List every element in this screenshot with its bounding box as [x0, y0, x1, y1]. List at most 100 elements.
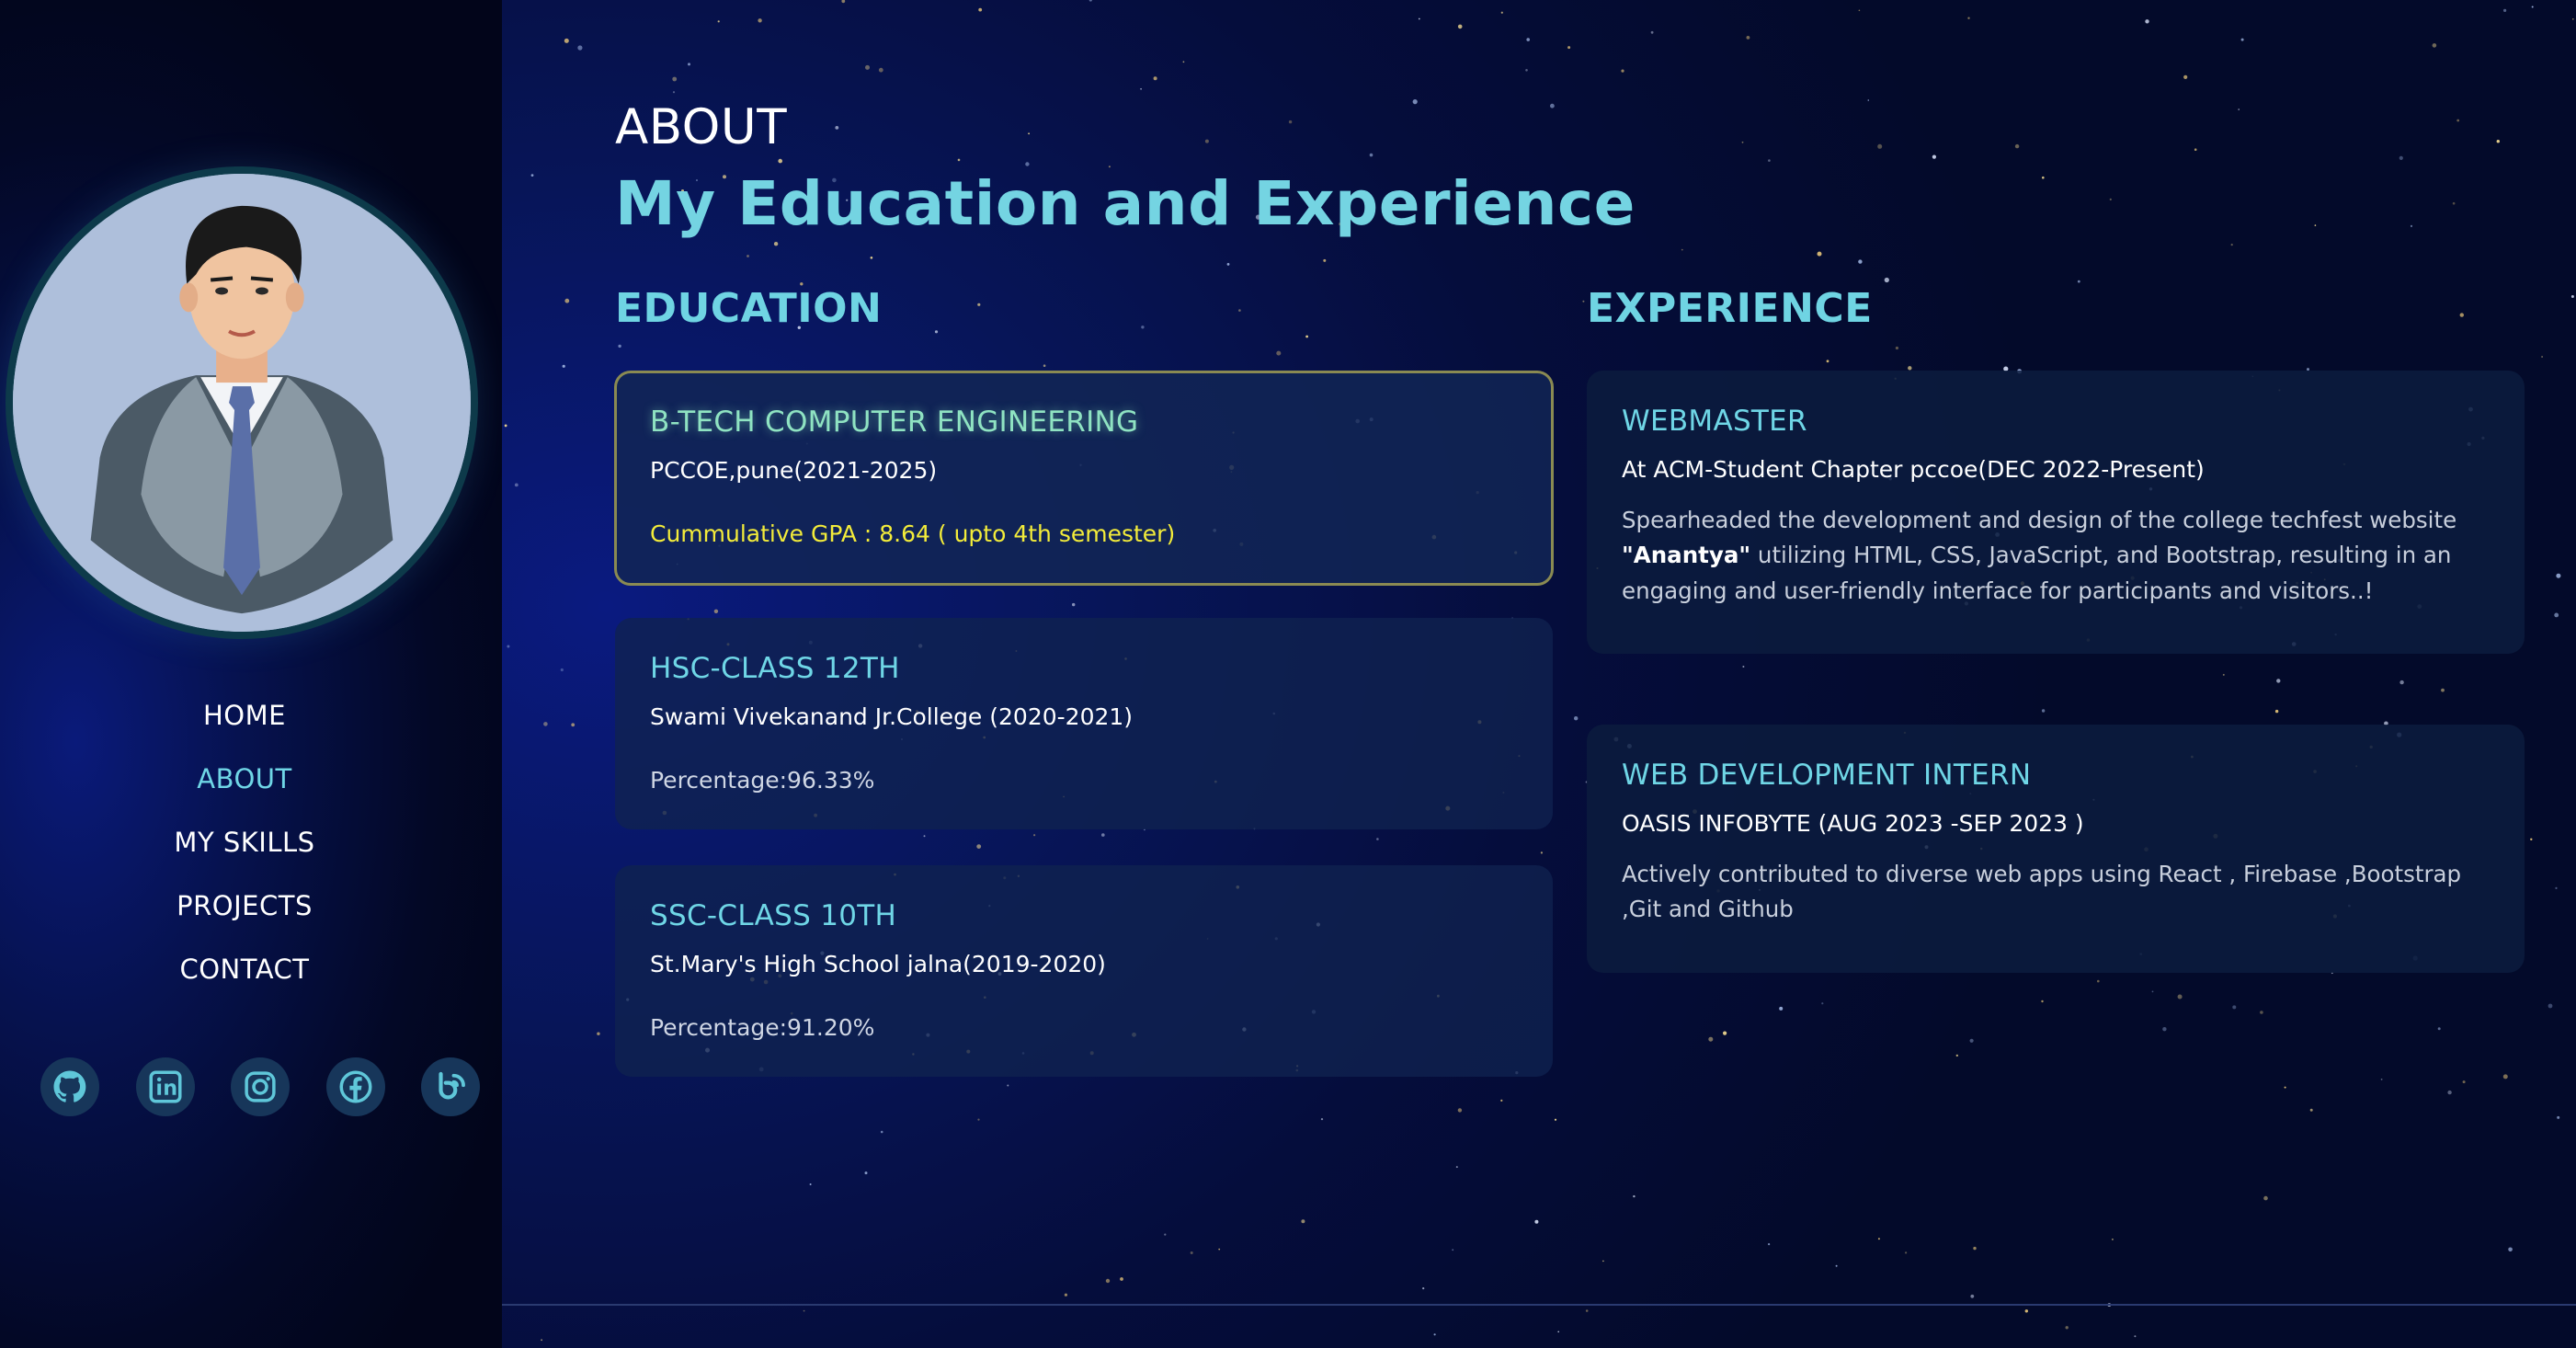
star-dot [2240, 38, 2244, 41]
education-card-hsc: HSC-CLASS 12TH Swami Vivekanand Jr.Colle… [615, 618, 1553, 829]
github-icon [53, 1070, 86, 1102]
star-dot [2274, 709, 2279, 714]
star-dot [1633, 1194, 1636, 1198]
blog-link[interactable] [421, 1057, 480, 1116]
star-dot [1955, 1054, 1958, 1057]
star-dot [1422, 1287, 1425, 1290]
facebook-link[interactable] [325, 1057, 385, 1116]
star-dot [541, 1339, 542, 1342]
star-dot [758, 18, 762, 23]
star-dot [560, 668, 564, 672]
page-title: My Education and Experience [615, 168, 1636, 239]
star-dot [1550, 103, 1555, 109]
star-dot [1835, 1264, 1838, 1267]
star-dot [2177, 994, 2183, 1000]
star-dot [978, 7, 983, 12]
education-card-ssc: SSC-CLASS 10TH St.Mary's High School jal… [615, 865, 1553, 1077]
education-card-btech: B-TECH COMPUTER ENGINEERING PCCOE,pune(2… [614, 371, 1554, 586]
star-dot [809, 1183, 812, 1185]
education-card-score: Cummulative GPA : 8.64 ( upto 4th semest… [650, 520, 1176, 547]
star-dot [1708, 1036, 1714, 1042]
star-dot [2556, 573, 2561, 578]
star-dot [2557, 1115, 2560, 1119]
star-dot [713, 609, 719, 613]
star-dot [1908, 366, 1912, 371]
star-dot [1500, 1099, 1503, 1102]
star-dot [1305, 335, 1308, 338]
star-dot [923, 835, 926, 838]
star-dot [1884, 277, 1889, 283]
star-dot [2530, 838, 2533, 840]
star-dot [1226, 263, 1230, 266]
nav-about[interactable]: ABOUT [0, 753, 489, 817]
star-dot [1028, 132, 1030, 135]
star-dot [564, 38, 569, 43]
instagram-link[interactable] [231, 1057, 290, 1116]
star-dot [1867, 99, 1870, 101]
star-dot [530, 174, 534, 177]
star-dot [2232, 1005, 2237, 1010]
star-dot [2222, 673, 2225, 676]
star-dot [835, 126, 839, 130]
linkedin-link[interactable] [135, 1057, 195, 1116]
star-dot [1877, 143, 1883, 149]
star-dot [2145, 19, 2149, 24]
star-dot [577, 45, 583, 51]
star-dot [1320, 1118, 1324, 1121]
experience-card-description: Actively contributed to diverse web apps… [1622, 860, 2462, 923]
star-dot [2284, 1086, 2286, 1089]
star-dot [2441, 688, 2445, 692]
star-dot [1376, 838, 1379, 840]
star-dot [1723, 1031, 1727, 1035]
star-dot [1817, 251, 1822, 257]
instagram-icon [245, 1071, 276, 1102]
star-dot [878, 67, 883, 73]
star-dot [618, 344, 621, 348]
star-dot [1457, 1108, 1463, 1113]
star-dot [672, 91, 676, 94]
star-dot [864, 1171, 868, 1175]
star-dot [870, 257, 873, 259]
star-dot [803, 1309, 805, 1312]
star-dot [1540, 851, 1543, 854]
nav-home[interactable]: HOME [0, 690, 489, 753]
github-link[interactable] [40, 1057, 99, 1116]
star-dot [672, 76, 678, 82]
nav-contact[interactable]: CONTACT [0, 943, 489, 1007]
star-dot [1585, 1309, 1589, 1312]
star-dot [1105, 1278, 1111, 1284]
star-dot [2399, 680, 2404, 685]
star-dot [2263, 1195, 2268, 1201]
star-dot [2151, 990, 2154, 993]
star-dot [841, 0, 846, 4]
education-card-score: Percentage:96.33% [650, 766, 875, 794]
star-dot [2230, 244, 2233, 246]
star-dot [1969, 1038, 1974, 1043]
star-dot [2399, 155, 2403, 160]
nav-projects[interactable]: PROJECTS [0, 880, 489, 943]
star-dot [1905, 1251, 1908, 1254]
experience-card-org: At ACM-Student Chapter pccoe(DEC 2022-Pr… [1622, 456, 2205, 484]
star-dot [2041, 1000, 2044, 1003]
star-dot [1826, 360, 1829, 363]
star-dot [1033, 834, 1036, 837]
star-dot [562, 364, 565, 368]
section-eyebrow: ABOUT [615, 99, 788, 155]
star-dot [1089, 0, 1092, 2]
star-dot [1412, 99, 1418, 105]
nav-my-skills[interactable]: MY SKILLS [0, 817, 489, 880]
star-dot [1895, 346, 1898, 350]
star-dot [1681, 248, 1683, 251]
education-card-institute: St.Mary's High School jalna(2019-2020) [650, 951, 1106, 978]
star-dot [2276, 679, 2281, 683]
star-dot [1877, 1238, 1880, 1240]
star-dot [1858, 9, 1861, 12]
star-dot [1973, 1246, 1977, 1251]
education-card-title: SSC-CLASS 10TH [650, 899, 897, 932]
star-dot [2459, 313, 2464, 317]
star-dot [2314, 224, 2317, 226]
star-dot [543, 722, 548, 726]
star-dot [2456, 119, 2460, 122]
star-dot [2111, 1238, 2114, 1240]
star-dot [2077, 280, 2080, 283]
